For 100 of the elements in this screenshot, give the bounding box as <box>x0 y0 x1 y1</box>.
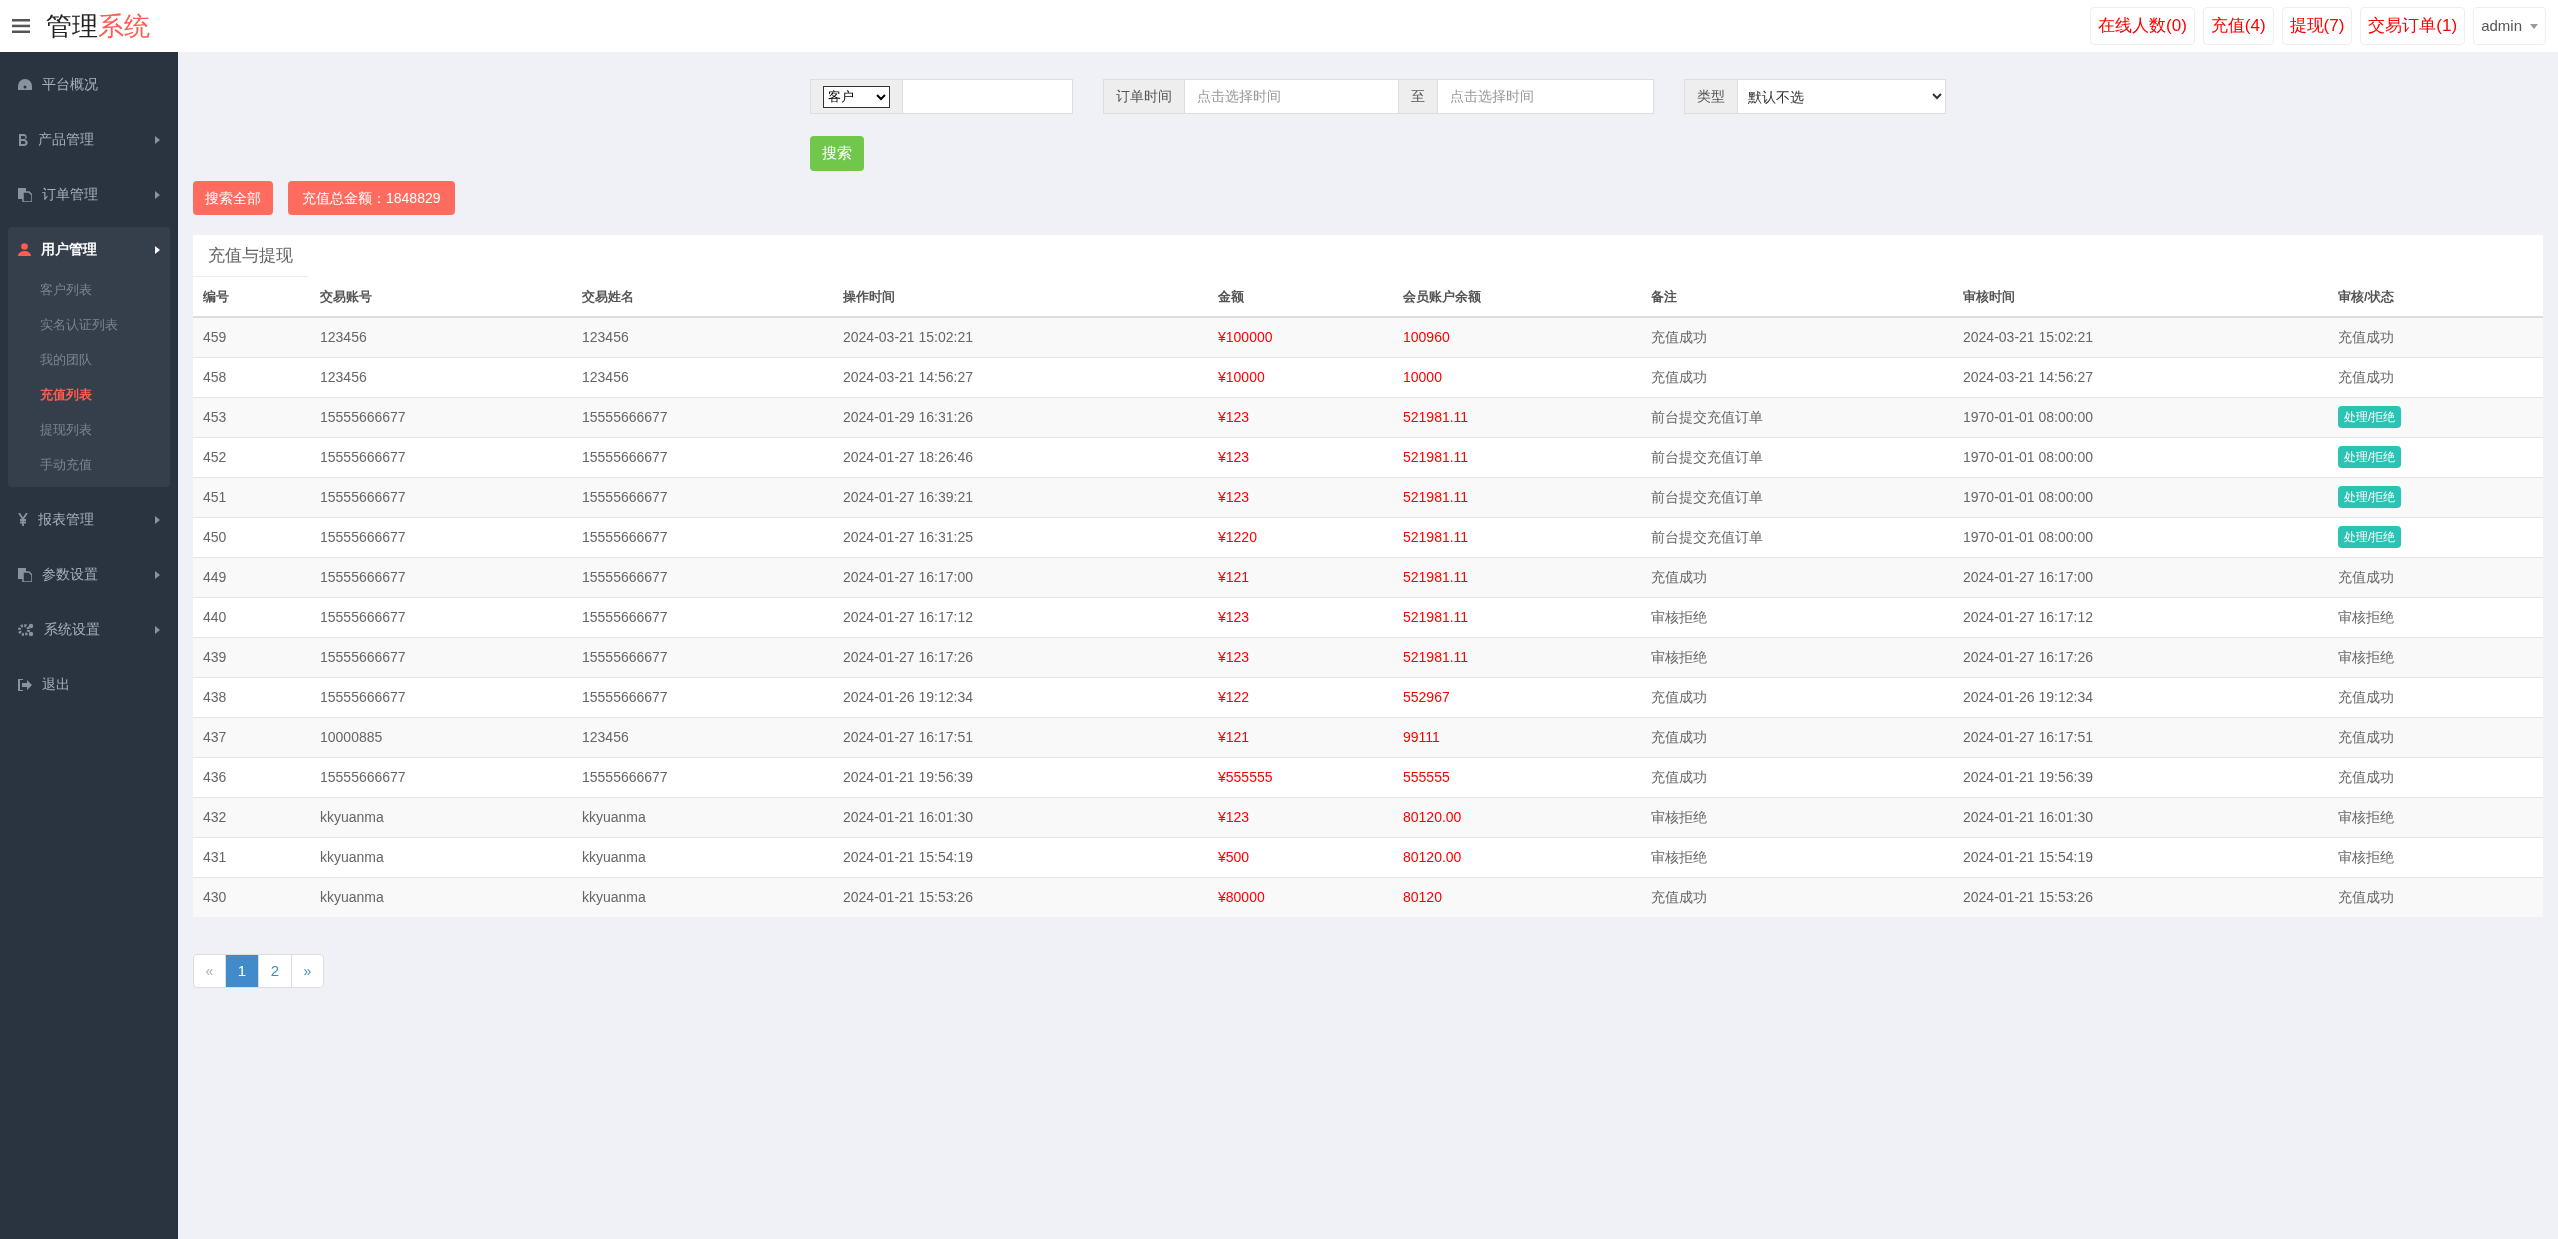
caret-right-icon <box>155 190 160 199</box>
caret-right-icon <box>155 515 160 524</box>
sidebar-item[interactable]: 参数设置 <box>8 552 170 597</box>
submenu-item[interactable]: 提现列表 <box>8 412 170 447</box>
table-cell: 15555666677 <box>310 517 572 557</box>
process-reject-button[interactable]: 处理/拒绝 <box>2338 526 2402 548</box>
app-title: 管理系统 <box>46 9 150 43</box>
search-button[interactable]: 搜索 <box>810 136 864 171</box>
header-link[interactable]: 交易订单(1) <box>2360 7 2466 45</box>
table-cell: ¥10000 <box>1208 357 1393 397</box>
table-cell: 80120.00 <box>1393 797 1641 837</box>
process-reject-button[interactable]: 处理/拒绝 <box>2338 446 2402 468</box>
table-cell: ¥123 <box>1208 797 1393 837</box>
table-cell: 2024-01-27 16:17:26 <box>1953 637 2328 677</box>
table-cell: 2024-01-26 19:12:34 <box>1953 677 2328 717</box>
user-menu[interactable]: admin <box>2473 7 2546 45</box>
table-cell: 充值成功 <box>1641 357 1953 397</box>
table-cell: 15555666677 <box>572 517 833 557</box>
customer-select[interactable]: 客户 <box>823 85 890 108</box>
process-reject-button[interactable]: 处理/拒绝 <box>2338 486 2402 508</box>
date-field[interactable]: 点击选择时间 <box>1438 79 1654 114</box>
table-cell: 充值成功 <box>2328 757 2543 797</box>
table-cell: kkyuanma <box>572 797 833 837</box>
table-cell: 充值成功 <box>2328 557 2543 597</box>
submenu-item[interactable]: 充值列表 <box>8 377 170 412</box>
process-reject-button[interactable]: 处理/拒绝 <box>2338 406 2402 428</box>
sidebar-item[interactable]: 用户管理 <box>8 227 170 272</box>
gauge-icon <box>18 78 32 91</box>
table-cell: 432 <box>193 797 310 837</box>
submenu-item[interactable]: 客户列表 <box>8 272 170 307</box>
table-cell: 充值成功 <box>2328 677 2543 717</box>
sidebar-item[interactable]: 平台概况 <box>8 62 170 107</box>
table-cell: kkyuanma <box>310 877 572 917</box>
panel-title: 充值与提现 <box>193 235 308 277</box>
submenu-item[interactable]: 手动充值 <box>8 447 170 482</box>
table-cell: 2024-01-27 16:17:51 <box>1953 717 2328 757</box>
table-cell: 充值成功 <box>1641 757 1953 797</box>
sidebar-item[interactable]: 订单管理 <box>8 172 170 217</box>
table-cell: ¥80000 <box>1208 877 1393 917</box>
table-cell: 15555666677 <box>572 557 833 597</box>
menu-icon[interactable] <box>12 19 30 33</box>
table-cell: 审核拒绝 <box>2328 837 2543 877</box>
table-cell: 451 <box>193 477 310 517</box>
table-cell: 439 <box>193 637 310 677</box>
previous-page-link[interactable]: « <box>194 955 225 987</box>
table-cell: 2024-03-21 14:56:27 <box>1953 357 2328 397</box>
field-label: 类型 <box>1684 79 1738 114</box>
table-cell: 2024-03-21 14:56:27 <box>833 357 1208 397</box>
header-link[interactable]: 充值(4) <box>2202 7 2274 45</box>
sidebar-item[interactable]: 系统设置 <box>8 607 170 652</box>
table-cell: 552967 <box>1393 677 1641 717</box>
header-link[interactable]: 在线人数(0) <box>2090 7 2195 45</box>
table-cell: kkyuanma <box>572 877 833 917</box>
table-cell: 521981.11 <box>1393 477 1641 517</box>
date-field[interactable]: 点击选择时间 <box>1185 79 1398 114</box>
table-cell: 2024-01-27 16:17:51 <box>833 717 1208 757</box>
total-amount-button[interactable]: 充值总金额：1848829 <box>288 181 455 215</box>
search-all-button[interactable]: 搜索全部 <box>193 181 273 215</box>
table-cell: ¥123 <box>1208 397 1393 437</box>
table-cell: 440 <box>193 597 310 637</box>
table-cell: 123456 <box>310 357 572 397</box>
table-cell: 15555666677 <box>310 597 572 637</box>
column-header: 审核时间 <box>1953 277 2328 317</box>
table-cell: 15555666677 <box>310 757 572 797</box>
sidebar-item[interactable]: 退出 <box>8 662 170 707</box>
table-cell: ¥555555 <box>1208 757 1393 797</box>
next-page-link[interactable]: » <box>291 955 323 987</box>
sidebar-item[interactable]: 产品管理 <box>8 117 170 162</box>
header-link[interactable]: 提现(7) <box>2281 7 2353 45</box>
table-cell: kkyuanma <box>310 797 572 837</box>
table-cell: 2024-01-21 15:53:26 <box>1953 877 2328 917</box>
table-cell: 436 <box>193 757 310 797</box>
page-link[interactable]: 1 <box>225 955 258 987</box>
table-cell: 521981.11 <box>1393 637 1641 677</box>
table-cell: 充值成功 <box>1641 317 1953 357</box>
table-cell: 2024-01-27 16:31:25 <box>833 517 1208 557</box>
table-cell: 10000885 <box>310 717 572 757</box>
table-cell: 2024-03-21 15:02:21 <box>1953 317 2328 357</box>
table-cell: ¥122 <box>1208 677 1393 717</box>
submenu-item[interactable]: 我的团队 <box>8 342 170 377</box>
column-header: 审核/状态 <box>2328 277 2543 317</box>
search-field[interactable] <box>903 79 1073 114</box>
table-cell: 521981.11 <box>1393 597 1641 637</box>
table-cell: 充值成功 <box>1641 877 1953 917</box>
caret-right-icon <box>155 570 160 579</box>
table-cell: 430 <box>193 877 310 917</box>
table-cell: kkyuanma <box>572 837 833 877</box>
table-cell: ¥1220 <box>1208 517 1393 557</box>
sidebar-item[interactable]: 报表管理 <box>8 497 170 542</box>
page-link[interactable]: 2 <box>258 955 291 987</box>
table-cell: 审核拒绝 <box>1641 797 1953 837</box>
type-select[interactable]: 默认不选 <box>1738 79 1946 114</box>
submenu-item[interactable]: 实名认证列表 <box>8 307 170 342</box>
table-cell: 前台提交充值订单 <box>1641 437 1953 477</box>
table-cell: 2024-01-29 16:31:26 <box>833 397 1208 437</box>
table-cell: 449 <box>193 557 310 597</box>
table-cell: 459 <box>193 317 310 357</box>
field-label: 订单时间 <box>1103 79 1185 114</box>
column-header: 交易姓名 <box>572 277 833 317</box>
table-cell: 审核拒绝 <box>1641 597 1953 637</box>
